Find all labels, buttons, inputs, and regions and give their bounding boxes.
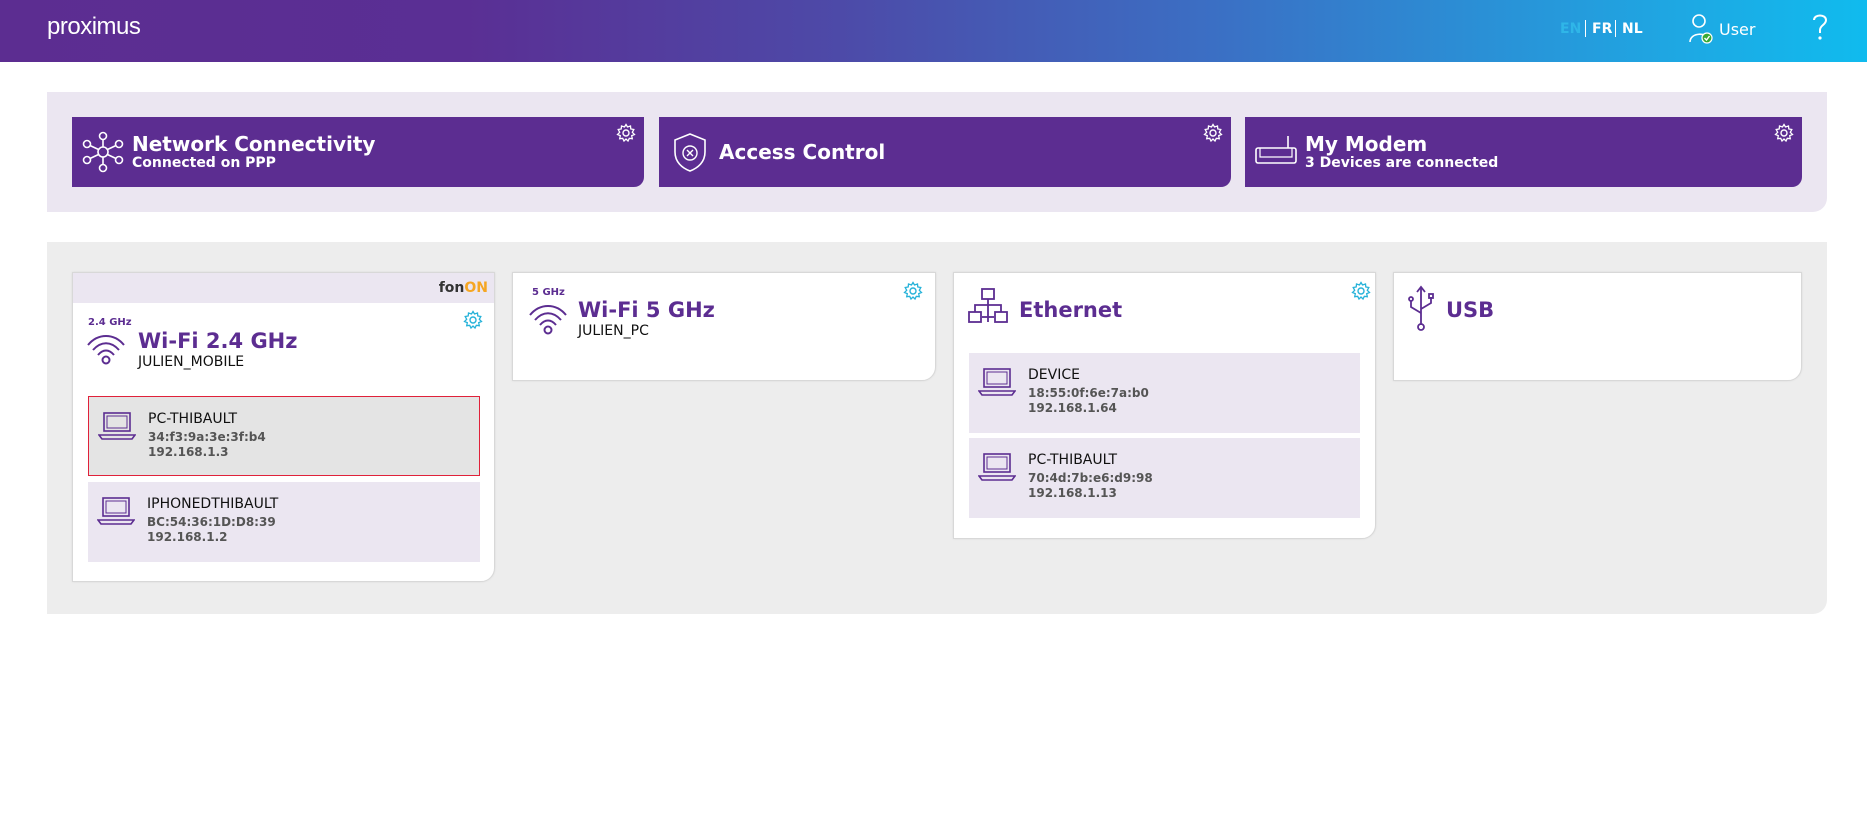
settings-gear-icon[interactable]	[1774, 123, 1794, 143]
tile-title: Network Connectivity	[132, 132, 376, 156]
fon-strip: fonON	[73, 273, 494, 303]
laptop-icon	[978, 453, 1016, 481]
card-title[interactable]: Ethernet	[1019, 298, 1122, 322]
language-nl[interactable]: NL	[1622, 21, 1643, 37]
language-separator	[1585, 20, 1586, 37]
device-name: PC-THIBAULT	[148, 411, 238, 427]
usb-card: USB	[1393, 272, 1802, 381]
language-en[interactable]: EN	[1560, 21, 1581, 37]
modem-icon	[1255, 136, 1297, 164]
card-title[interactable]: USB	[1446, 298, 1494, 322]
device-row[interactable]: DEVICE 18:55:0f:6e:7a:b0 192.168.1.64	[969, 353, 1360, 433]
device-mac: 18:55:0f:6e:7a:b0	[1028, 386, 1149, 400]
device-ip: 192.168.1.2	[147, 530, 228, 544]
wifi-icon	[87, 335, 125, 365]
device-ip: 192.168.1.13	[1028, 486, 1117, 500]
summary-panel: Network Connectivity Connected on PPP Ac…	[47, 92, 1827, 212]
access-control-tile[interactable]: Access Control	[659, 117, 1231, 187]
shield-icon	[674, 133, 706, 172]
settings-gear-icon[interactable]	[463, 310, 483, 330]
device-name: IPHONEDTHIBAULT	[147, 496, 279, 512]
user-label[interactable]: User	[1719, 20, 1755, 39]
language-fr[interactable]: FR	[1592, 21, 1612, 37]
interfaces-panel: fonON 2.4 GHz Wi-Fi 2.4 GHz JULIEN_MOBIL…	[47, 242, 1827, 614]
wifi-5ghz-card: 5 GHz Wi-Fi 5 GHz JULIEN_PC	[512, 272, 936, 381]
device-ip: 192.168.1.3	[148, 445, 229, 459]
device-name: PC-THIBAULT	[1028, 452, 1118, 468]
help-icon[interactable]	[1810, 11, 1830, 43]
settings-gear-icon[interactable]	[1351, 281, 1371, 301]
language-separator	[1615, 20, 1616, 37]
band-label: 5 GHz	[532, 287, 565, 298]
network-connectivity-tile[interactable]: Network Connectivity Connected on PPP	[72, 117, 644, 187]
ssid-label: JULIEN_MOBILE	[138, 354, 245, 370]
user-icon[interactable]	[1688, 12, 1714, 44]
fon-logo[interactable]: fonON	[439, 280, 488, 296]
ethernet-card: Ethernet DEVICE 18:55:0f:6e:7a:b0 192.16…	[953, 272, 1376, 539]
card-title[interactable]: Wi-Fi 2.4 GHz	[138, 329, 297, 353]
card-title[interactable]: Wi-Fi 5 GHz	[578, 298, 715, 322]
laptop-icon	[98, 412, 136, 440]
tile-title: Access Control	[719, 140, 886, 164]
tile-subtitle: 3 Devices are connected	[1305, 155, 1499, 171]
proximus-logo[interactable]: proximus	[47, 13, 141, 41]
tile-subtitle: Connected on PPP	[132, 155, 276, 171]
device-row[interactable]: PC-THIBAULT 70:4d:7b:e6:d9:98 192.168.1.…	[969, 438, 1360, 518]
settings-gear-icon[interactable]	[903, 281, 923, 301]
top-navigation-bar: proximus EN FR NL User	[0, 0, 1867, 62]
settings-gear-icon[interactable]	[1203, 123, 1223, 143]
ssid-label: JULIEN_PC	[578, 323, 649, 339]
laptop-icon	[978, 368, 1016, 396]
device-mac: 34:f3:9a:3e:3f:b4	[148, 430, 266, 444]
wifi-24ghz-card: fonON 2.4 GHz Wi-Fi 2.4 GHz JULIEN_MOBIL…	[72, 272, 495, 582]
band-label: 2.4 GHz	[88, 317, 132, 328]
my-modem-tile[interactable]: My Modem 3 Devices are connected	[1245, 117, 1802, 187]
wifi-icon	[529, 305, 567, 335]
usb-icon	[1408, 285, 1434, 331]
laptop-icon	[97, 497, 135, 525]
device-name: DEVICE	[1028, 367, 1080, 383]
device-mac: BC:54:36:1D:D8:39	[147, 515, 276, 529]
settings-gear-icon[interactable]	[616, 123, 636, 143]
network-hub-icon	[82, 131, 124, 173]
device-mac: 70:4d:7b:e6:d9:98	[1028, 471, 1153, 485]
ethernet-network-icon	[968, 288, 1008, 323]
device-ip: 192.168.1.64	[1028, 401, 1117, 415]
device-row[interactable]: PC-THIBAULT 34:f3:9a:3e:3f:b4 192.168.1.…	[88, 396, 480, 476]
tile-title: My Modem	[1305, 132, 1428, 156]
device-row[interactable]: IPHONEDTHIBAULT BC:54:36:1D:D8:39 192.16…	[88, 482, 480, 562]
